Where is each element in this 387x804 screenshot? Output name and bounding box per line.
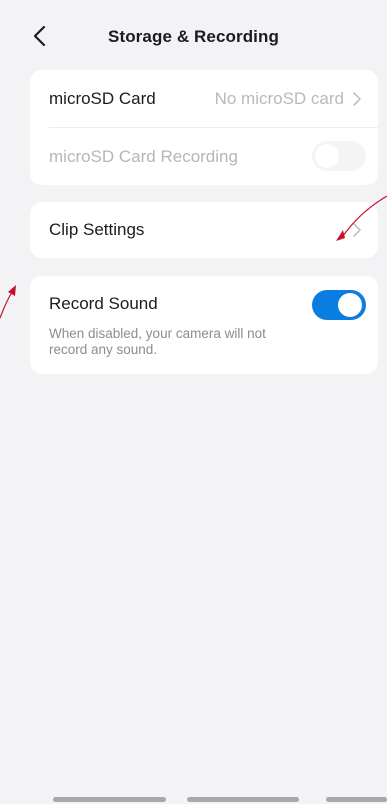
microsd-recording-row: microSD Card Recording — [30, 128, 378, 185]
nav-indicator-right — [326, 797, 387, 802]
toggle-knob — [315, 144, 339, 168]
microsd-recording-label: microSD Card Recording — [49, 146, 238, 166]
clip-settings-row[interactable]: Clip Settings — [30, 202, 378, 258]
nav-indicator-center — [187, 797, 299, 802]
microsd-card-value: No microSD card — [214, 88, 344, 108]
page-title: Storage & Recording — [108, 27, 279, 46]
annotation-arrow-left — [0, 291, 13, 319]
annotation-arrowhead — [8, 285, 16, 296]
record-sound-card: Record Sound When disabled, your camera … — [30, 276, 378, 374]
chevron-right-icon — [353, 223, 361, 237]
microsd-card-label: microSD Card — [49, 88, 156, 108]
header: Storage & Recording — [0, 0, 387, 72]
nav-indicator-left — [53, 797, 166, 802]
toggle-knob — [338, 293, 362, 317]
record-sound-label: Record Sound — [49, 294, 158, 313]
chevron-right-icon — [353, 92, 361, 106]
clip-settings-label: Clip Settings — [49, 220, 145, 239]
storage-card: microSD Card No microSD card microSD Car… — [30, 70, 378, 185]
storage-recording-screen: Storage & Recording microSD Card No micr… — [0, 0, 387, 804]
microsd-card-row[interactable]: microSD Card No microSD card — [30, 70, 378, 127]
record-sound-toggle[interactable] — [312, 290, 366, 320]
record-sound-description: When disabled, your camera will not reco… — [49, 326, 266, 357]
microsd-recording-toggle[interactable] — [312, 141, 366, 171]
clip-settings-card[interactable]: Clip Settings — [30, 202, 378, 258]
